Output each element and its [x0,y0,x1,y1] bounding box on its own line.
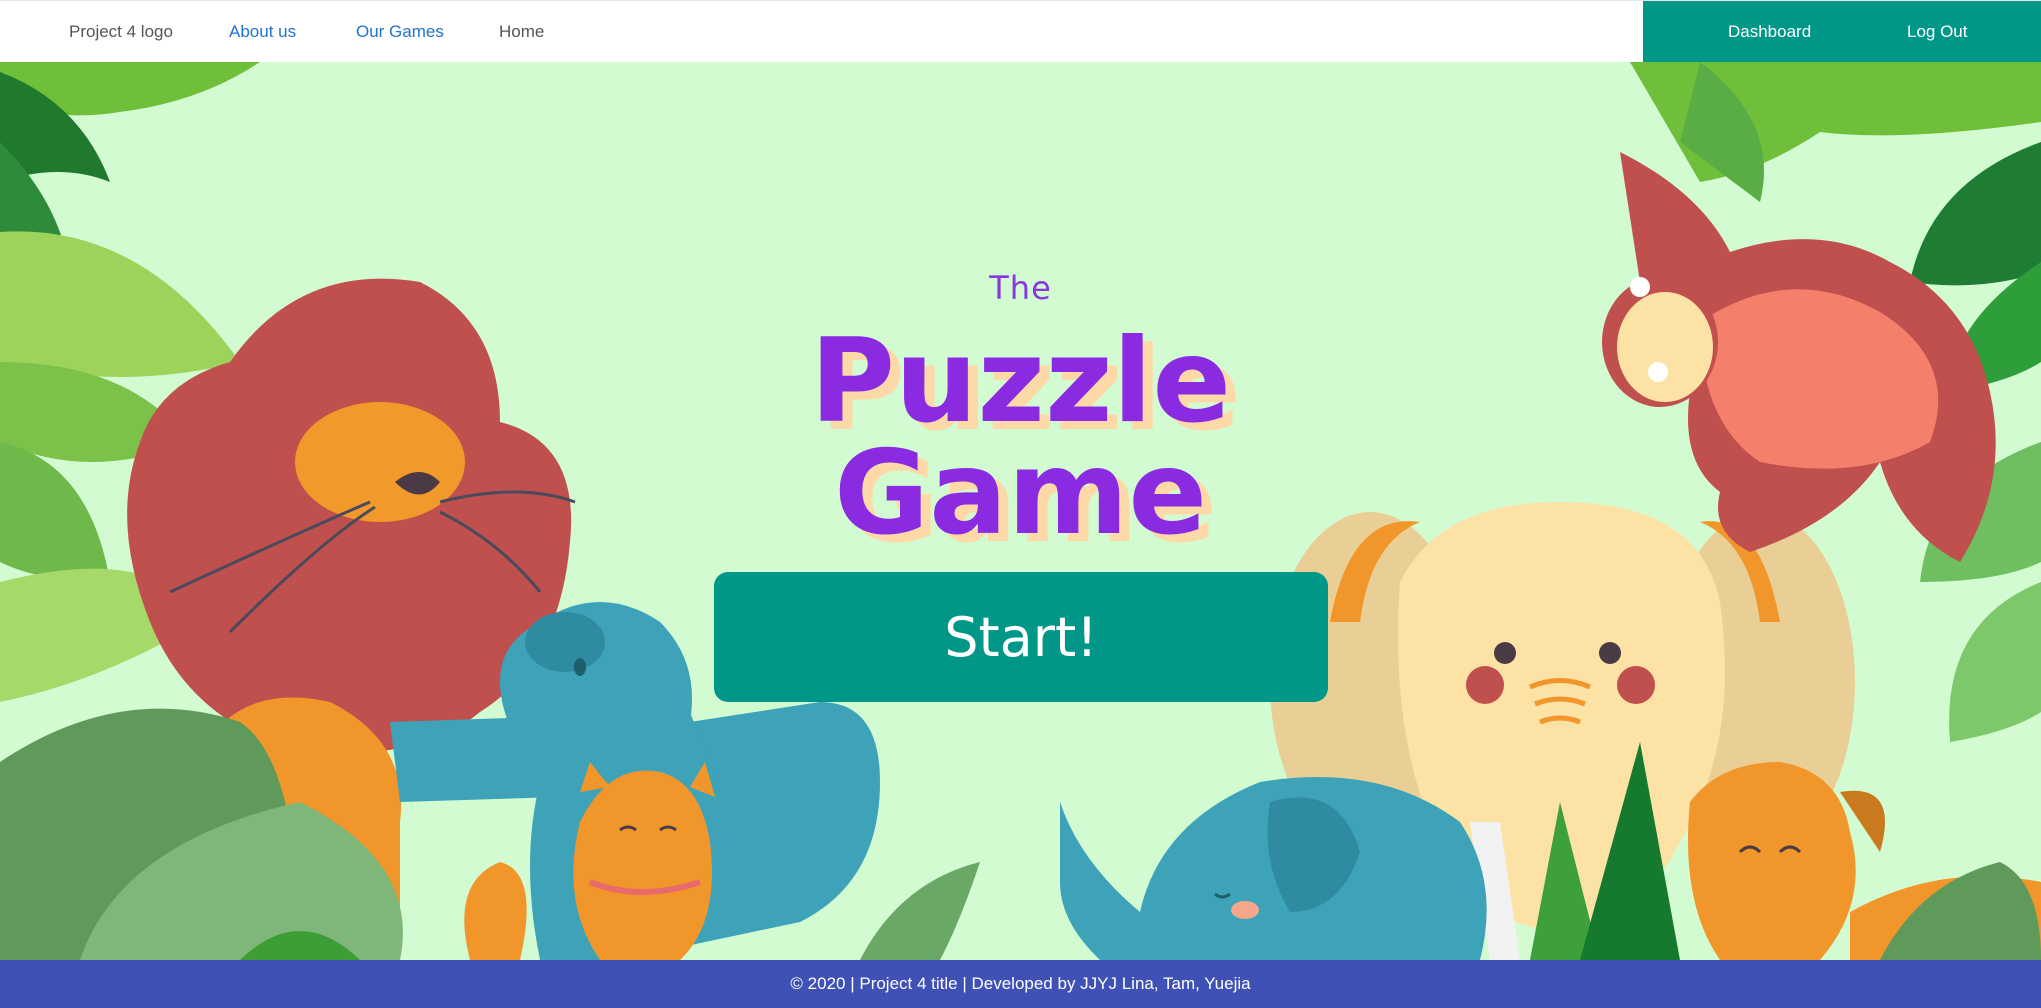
title-puzzle: Puzzle [809,314,1232,449]
title-game: Game [833,426,1208,561]
blue-elephant [1060,777,1487,960]
top-navbar: Project 4 logo About us Our Games Home D… [0,0,2041,63]
nav-home-link[interactable]: Home [499,1,544,63]
project-logo-link[interactable]: Project 4 logo [69,1,173,63]
nav-about-link[interactable]: About us [229,1,296,63]
nav-our-games-link[interactable]: Our Games [356,1,444,63]
jungle-hero: The Puzzle Game Start! [0,62,2041,960]
footer-credits: © 2020 | Project 4 title | Developed by … [0,960,2041,1008]
start-button[interactable]: Start! [714,572,1328,702]
dashboard-link[interactable]: Dashboard [1728,1,1811,63]
logout-link[interactable]: Log Out [1907,1,1968,63]
nav-account-area: Dashboard Log Out [1643,1,2041,63]
title-prefix: The [989,269,1052,307]
